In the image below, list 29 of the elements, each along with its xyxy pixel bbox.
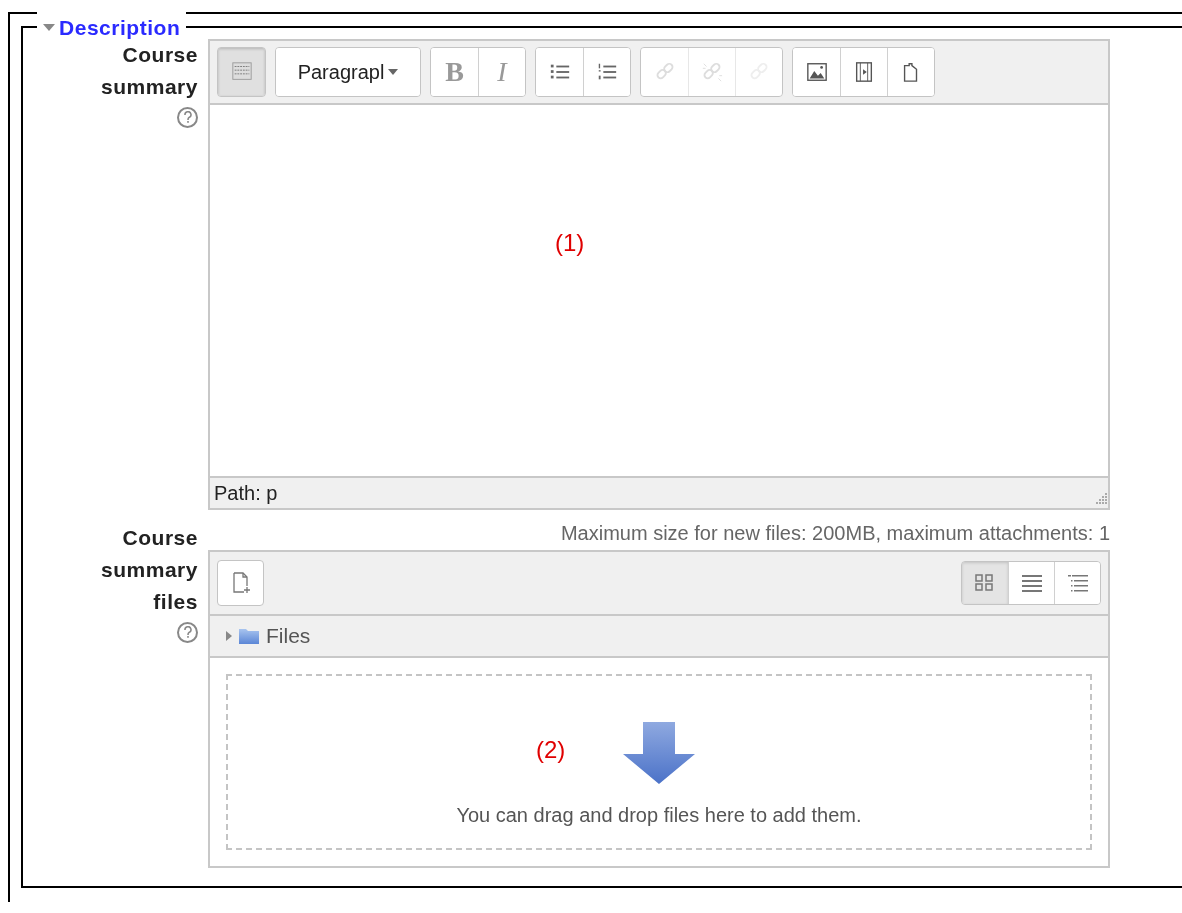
toggle-button[interactable] bbox=[218, 48, 265, 96]
toolbar-toggle-icon bbox=[230, 61, 253, 83]
numbers-button[interactable] bbox=[583, 48, 630, 96]
field-label: Course summary bbox=[100, 42, 198, 100]
upload-limits-text: Maximum size for new files: 200MB, maximum attachments: 1 bbox=[559, 521, 1110, 546]
help-icon[interactable] bbox=[177, 107, 198, 128]
format-dropdown[interactable]: Paragrapl bbox=[276, 48, 420, 96]
field-label: Course summary files bbox=[100, 525, 198, 615]
image-icon bbox=[805, 61, 828, 83]
add-file-button[interactable] bbox=[217, 560, 264, 606]
unlink-icon bbox=[701, 61, 723, 83]
drop-zone[interactable]: (2) You can drag and drop files here to add them. bbox=[226, 674, 1092, 850]
folder-name[interactable]: Files bbox=[266, 620, 311, 652]
help-icon[interactable] bbox=[177, 622, 198, 643]
caret-icon bbox=[388, 69, 399, 75]
icon-view-button[interactable] bbox=[962, 562, 1008, 604]
tree-view-button[interactable] bbox=[1054, 562, 1100, 604]
collapse-caret-icon[interactable] bbox=[43, 24, 55, 32]
list-view-button[interactable] bbox=[1008, 562, 1054, 604]
folder-icon bbox=[238, 627, 260, 645]
annotation-label: (2) bbox=[536, 735, 566, 765]
element-path: Path: p bbox=[214, 481, 278, 506]
paste-button[interactable] bbox=[887, 48, 934, 96]
annotation-label: (1) bbox=[555, 228, 585, 258]
download-arrow-icon bbox=[621, 722, 697, 786]
drop-zone-hint: You can drag and drop files here to add them. bbox=[456, 803, 862, 828]
section-legend[interactable]: Description bbox=[59, 12, 181, 44]
film-icon bbox=[853, 61, 875, 83]
expand-arrow-icon[interactable] bbox=[226, 631, 232, 641]
